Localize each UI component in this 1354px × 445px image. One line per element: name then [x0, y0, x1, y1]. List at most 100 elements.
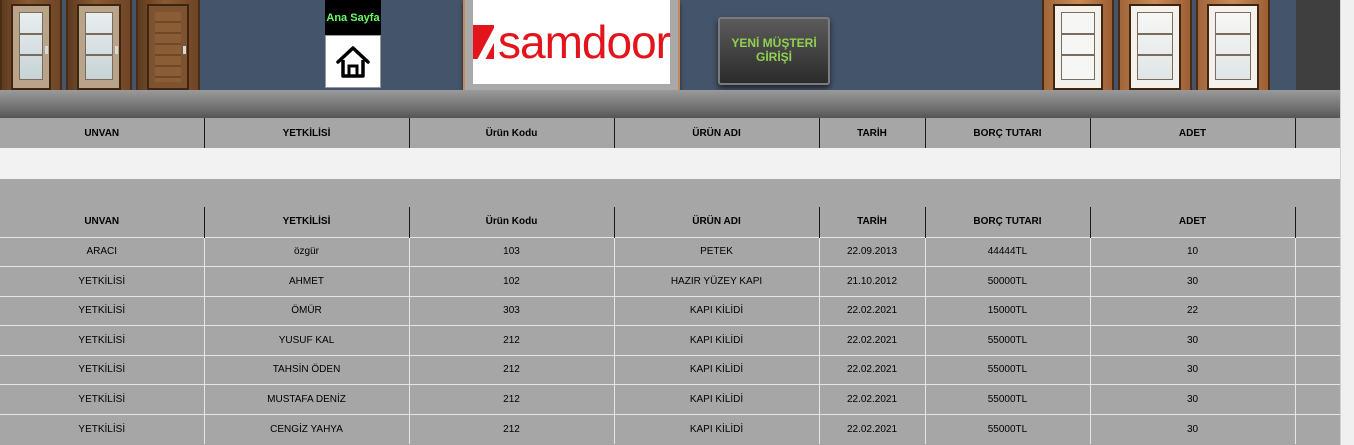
col-header-unvan: UNVAN — [0, 207, 205, 237]
col-header-urun-adi: ÜRÜN ADI — [614, 118, 820, 148]
records-table: UNVAN YETKİLİSİ Ürün Kodu ÜRÜN ADI TARİH… — [0, 207, 1340, 444]
cell-urun-kodu: 303 — [409, 295, 615, 326]
cell-unvan: YETKİLİSİ — [0, 413, 205, 444]
door-image — [1118, 0, 1192, 90]
cell-adet: 30 — [1090, 325, 1296, 355]
cell-urun-kodu: 212 — [409, 354, 615, 385]
cell-empty — [1295, 266, 1340, 296]
col-header-borc-tutari: BORÇ TUTARI — [925, 118, 1091, 148]
header-side-strip — [1296, 0, 1340, 90]
cell-adet: 22 — [1090, 295, 1296, 326]
col-header-tarih: TARİH — [819, 207, 926, 237]
cell-empty — [1295, 236, 1340, 267]
cell-empty — [1295, 295, 1340, 326]
col-header-yetkilisi: YETKİLİSİ — [204, 207, 410, 237]
brand-logo-text: samdoor — [498, 16, 671, 68]
house-icon — [336, 45, 370, 78]
cell-tarih: 22.02.2021 — [819, 354, 926, 385]
cell-urun-kodu: 103 — [409, 236, 615, 267]
cell-unvan: YETKİLİSİ — [0, 325, 205, 355]
new-customer-label-line1: YENİ MÜŞTERİ — [731, 36, 817, 51]
cell-urun-adi: PETEK — [614, 236, 820, 267]
cell-urun-kodu: 212 — [409, 325, 615, 355]
col-header-urun-kodu: Ürün Kodu — [409, 118, 615, 148]
entry-cell-yetkilisi[interactable] — [204, 148, 409, 179]
col-header-urun-adi: ÜRÜN ADI — [614, 207, 820, 237]
entry-input-row[interactable] — [0, 148, 1340, 179]
entry-cell-borc-tutari[interactable] — [925, 148, 1090, 179]
new-customer-label-line2: GİRİŞİ — [755, 50, 792, 64]
cell-urun-adi: KAPI KİLİDİ — [614, 354, 820, 385]
cell-urun-adi: KAPI KİLİDİ — [614, 413, 820, 444]
brand-mark-icon — [473, 25, 495, 59]
header-shadow-band — [0, 90, 1340, 118]
col-header-unvan: UNVAN — [0, 118, 205, 148]
cell-urun-adi: KAPI KİLİDİ — [614, 325, 820, 355]
cell-borc-tutari: 44444TL — [925, 236, 1091, 267]
cell-yetkilisi: AHMET — [204, 266, 410, 296]
cell-tarih: 22.02.2021 — [819, 384, 926, 414]
col-header-yetkilisi: YETKİLİSİ — [204, 118, 410, 148]
cell-unvan: YETKİLİSİ — [0, 295, 205, 326]
cell-empty — [1295, 413, 1340, 444]
cell-borc-tutari: 55000TL — [925, 354, 1091, 385]
cell-unvan: YETKİLİSİ — [0, 266, 205, 296]
cell-yetkilisi: TAHSİN ÖDEN — [204, 354, 410, 385]
cell-borc-tutari: 55000TL — [925, 384, 1091, 414]
cell-borc-tutari: 15000TL — [925, 295, 1091, 326]
table-row[interactable]: YETKİLİSİ TAHSİN ÖDEN 212 KAPI KİLİDİ 22.02.… — [0, 354, 1340, 385]
col-header-borc-tutari: BORÇ TUTARI — [925, 207, 1091, 237]
cell-urun-kodu: 102 — [409, 266, 615, 296]
table-row[interactable]: YETKİLİSİ ÖMÜR 303 KAPI KİLİDİ 22.02.2021 150… — [0, 295, 1340, 326]
cell-tarih: 22.09.2013 — [819, 236, 926, 267]
vertical-scrollbar[interactable] — [1340, 0, 1354, 445]
cell-yetkilisi: CENGİZ YAHYA — [204, 413, 410, 444]
entry-cell-urun-kodu[interactable] — [409, 148, 614, 179]
cell-tarih: 21.10.2012 — [819, 266, 926, 296]
entry-cell-tarih[interactable] — [819, 148, 925, 179]
cell-yetkilisi: MUSTAFA DENİZ — [204, 384, 410, 414]
entry-table: UNVAN YETKİLİSİ Ürün Kodu ÜRÜN ADI TARİH… — [0, 118, 1340, 179]
cell-yetkilisi: YUSUF KAL — [204, 325, 410, 355]
cell-tarih: 22.02.2021 — [819, 295, 926, 326]
table-row[interactable]: YETKİLİSİ YUSUF KAL 212 KAPI KİLİDİ 22.02.20… — [0, 325, 1340, 355]
cell-borc-tutari: 55000TL — [925, 413, 1091, 444]
cell-borc-tutari: 55000TL — [925, 325, 1091, 355]
door-image — [66, 0, 132, 90]
cell-borc-tutari: 50000TL — [925, 266, 1091, 296]
door-image — [0, 0, 62, 90]
table-row[interactable]: ARACI özgür 103 PETEK 22.09.2013 44444TL 10 — [0, 236, 1340, 267]
cell-adet: 10 — [1090, 236, 1296, 267]
brand-logo-frame: samdoor — [463, 0, 680, 94]
entry-cell-urun-adi[interactable] — [614, 148, 819, 179]
cell-urun-adi: KAPI KİLİDİ — [614, 295, 820, 326]
cell-urun-kodu: 212 — [409, 413, 615, 444]
cell-unvan: ARACI — [0, 236, 205, 267]
cell-adet: 30 — [1090, 384, 1296, 414]
table-row[interactable]: YETKİLİSİ MUSTAFA DENİZ 212 KAPI KİLİDİ 22.0… — [0, 384, 1340, 414]
col-header-adet: ADET — [1090, 207, 1296, 237]
new-customer-button[interactable]: YENİ MÜŞTERİ GİRİŞİ — [718, 17, 830, 85]
table-row[interactable]: YETKİLİSİ CENGİZ YAHYA 212 KAPI KİLİDİ 22.02… — [0, 413, 1340, 444]
cell-urun-kodu: 212 — [409, 384, 615, 414]
col-header-urun-kodu: Ürün Kodu — [409, 207, 615, 237]
entry-cell-unvan[interactable] — [0, 148, 204, 179]
col-header-tarih: TARİH — [819, 118, 926, 148]
entry-header-row: UNVAN YETKİLİSİ Ürün Kodu ÜRÜN ADI TARİH… — [0, 118, 1340, 148]
records-header-row: UNVAN YETKİLİSİ Ürün Kodu ÜRÜN ADI TARİH… — [0, 207, 1340, 237]
entry-cell-empty[interactable] — [1295, 148, 1340, 179]
cell-unvan: YETKİLİSİ — [0, 354, 205, 385]
table-row[interactable]: YETKİLİSİ AHMET 102 HAZIR YÜZEY KAPI 21.10.2… — [0, 266, 1340, 296]
cell-empty — [1295, 384, 1340, 414]
home-button[interactable] — [325, 35, 381, 88]
home-label: Ana Sayfa — [325, 0, 381, 35]
door-image — [1196, 0, 1270, 90]
door-image — [1042, 0, 1114, 90]
cell-adet: 30 — [1090, 354, 1296, 385]
cell-yetkilisi: özgür — [204, 236, 410, 267]
cell-tarih: 22.02.2021 — [819, 325, 926, 355]
cell-adet: 30 — [1090, 266, 1296, 296]
col-header-adet: ADET — [1090, 118, 1296, 148]
entry-cell-adet[interactable] — [1090, 148, 1295, 179]
cell-yetkilisi: ÖMÜR — [204, 295, 410, 326]
